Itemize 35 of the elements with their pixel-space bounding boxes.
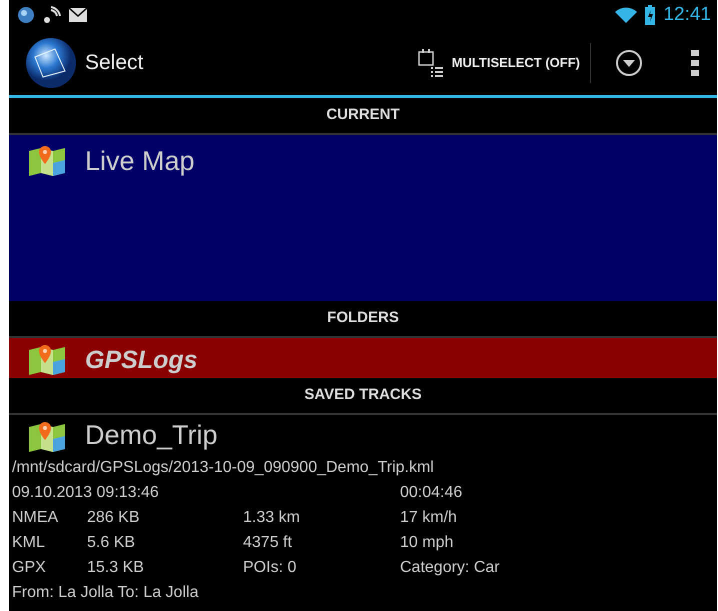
stat-value: 4375 ft <box>243 533 293 553</box>
map-pin-icon <box>27 344 67 376</box>
stat-value: POIs: 0 <box>243 558 298 578</box>
duration: 00:04:46 <box>400 483 462 503</box>
calendar-list-icon <box>418 48 444 76</box>
file-size: 286 KB <box>87 508 140 528</box>
clock-time: 12:41 <box>663 2 711 27</box>
file-size: 5.6 KB <box>87 533 136 553</box>
format-label: NMEA <box>12 508 60 528</box>
list-item-background[interactable]: Live Map <box>9 135 717 301</box>
section-header: CURRENT <box>326 105 400 126</box>
stat-value: 10 mph <box>400 533 454 553</box>
stat-value: Category: Car <box>400 558 500 578</box>
section-header: FOLDERS <box>327 308 399 328</box>
folder-title[interactable]: GPSLogs <box>85 336 198 380</box>
dropdown-icon[interactable] <box>615 48 643 76</box>
screen-title: Select <box>85 50 144 76</box>
map-pin-icon <box>27 145 67 177</box>
track-title[interactable]: Demo_Trip <box>85 415 218 455</box>
date-time: 09.10.2013 09:13:46 <box>12 483 160 503</box>
stat-value: 1.33 km <box>243 508 301 528</box>
file-size: 15.3 KB <box>87 558 145 578</box>
list-item-background[interactable]: GPSLogs <box>9 338 717 378</box>
file-path: /mnt/sdcard/GPSLogs/2013-10-09_090900_Demo_Trip.kml <box>12 458 435 478</box>
format-label: GPX <box>12 558 47 578</box>
app-globe-icon[interactable] <box>25 36 77 88</box>
overflow-menu-icon[interactable] <box>691 50 699 76</box>
route-text: From: La Jolla To: La Jolla <box>12 583 200 603</box>
list-item-title[interactable]: Live Map <box>85 141 195 181</box>
stat-value: 17 km/h <box>400 508 457 528</box>
battery-icon <box>645 3 656 27</box>
map-pin-icon <box>27 421 67 453</box>
multiselect-button[interactable]: MULTISELECT (OFF) <box>418 42 591 82</box>
format-label: KML <box>12 533 46 553</box>
section-header: SAVED TRACKS <box>304 385 422 406</box>
